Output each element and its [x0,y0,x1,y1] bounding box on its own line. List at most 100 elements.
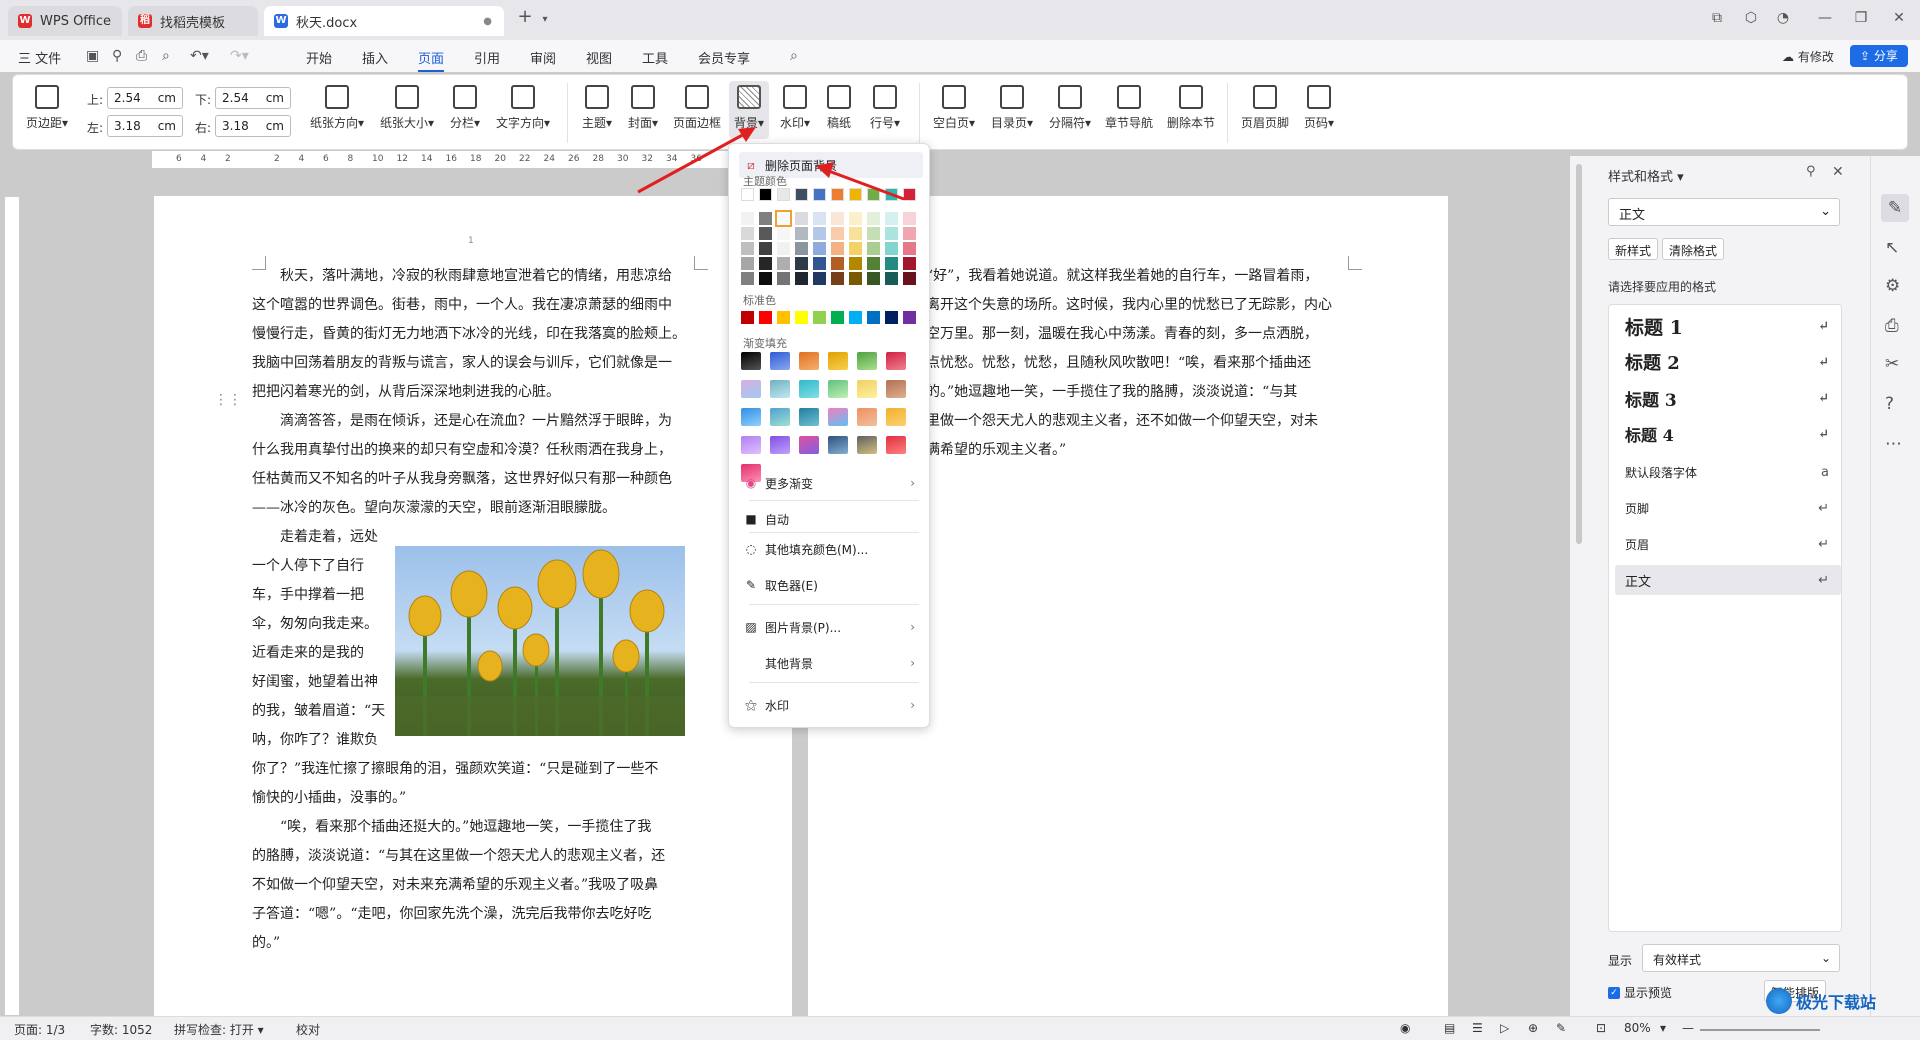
show-select[interactable]: 有效样式 ⌄ [1642,944,1840,972]
gradient-swatch[interactable] [828,408,848,426]
gradient-swatch[interactable] [886,408,906,426]
zoom-out-icon[interactable]: — [1682,1021,1694,1035]
gradient-swatch[interactable] [799,436,819,454]
page-count[interactable]: 页面: 1/3 [14,1021,65,1038]
color-swatch[interactable] [867,212,880,225]
text-line[interactable]: 车，手中撑着一把 [252,581,364,610]
color-swatch[interactable] [741,212,754,225]
standard-color-swatch[interactable] [849,311,862,324]
outline-view-icon[interactable]: ☰ [1472,1021,1483,1035]
color-swatch[interactable] [885,212,898,225]
gradient-swatch[interactable] [741,380,761,398]
section-nav-button[interactable]: 章节导航 [1101,85,1157,131]
gradient-swatch[interactable] [741,436,761,454]
file-menu[interactable]: 三 文件 [18,48,61,67]
top-margin-input[interactable]: 2.54 cm [107,87,183,109]
standard-color-swatch[interactable] [795,311,808,324]
color-swatch[interactable] [741,227,754,240]
avatar-icon[interactable]: ◔ [1772,10,1794,30]
page-1[interactable]: 1 秋天，落叶满地，冷寂的秋雨肆意地宣泄着它的情绪，用悲凉给 这个喧嚣的世界调色。… [154,196,792,1016]
gradient-swatch[interactable] [886,436,906,454]
more-icon[interactable]: ⋯ [1885,434,1902,454]
text-line[interactable]: ——冰冷的灰色。望向灰濛濛的天空，眼前逐渐泪眼朦胧。 [252,494,616,523]
pin-icon[interactable]: ⚲ [112,48,122,64]
color-swatch[interactable] [813,242,826,255]
text-line[interactable]: 的我，皱着眉道：“天 [252,697,385,726]
menu-view[interactable]: 视图 [586,48,612,67]
text-line[interactable]: 里做一个怨天尤人的悲观主义者，还不如做一个仰望天空，对未 [926,407,1318,436]
other-background-item[interactable]: 其他背景 › [739,650,923,676]
text-line[interactable]: 慢慢行走，昏黄的街灯无力地洒下冰冷的光线，印在我落寞的脸颊上。 [252,320,686,349]
zoom-level[interactable]: 80% [1624,1021,1651,1035]
color-swatch[interactable] [759,227,772,240]
print-preview-icon[interactable]: ⌕ [162,48,170,64]
gradient-swatch[interactable] [828,436,848,454]
page-number-button[interactable]: 页码▾ [1299,85,1339,131]
panel-title[interactable]: 样式和格式 ▾ [1608,166,1684,185]
web-view-icon[interactable]: ⊕ [1528,1021,1538,1035]
color-swatch[interactable] [849,272,862,285]
panel-scrollbar[interactable] [1576,164,1582,544]
color-swatch[interactable] [795,272,808,285]
color-swatch[interactable] [903,272,916,285]
standard-color-swatch[interactable] [867,311,880,324]
gradient-swatch[interactable] [799,380,819,398]
header-footer-button[interactable]: 页眉页脚 [1237,85,1293,131]
picture-background-item[interactable]: ▨ 图片背景(P)... › [739,614,923,640]
text-line[interactable]: “唉，看来那个插曲还挺大的。”她逗趣地一笑，一手揽住了我 [252,813,651,842]
color-swatch[interactable] [831,227,844,240]
right-margin-input[interactable]: 3.18 cm [215,115,291,137]
text-line[interactable]: 这个喧嚣的世界调色。街巷，雨中，一个人。我在凄凉萧瑟的细雨中 [252,291,672,320]
style-heading-2[interactable]: 标题 2 ↵ [1615,347,1841,377]
auto-color-item[interactable]: ■ 自动 [739,506,923,532]
color-swatch[interactable] [759,257,772,270]
gradient-swatch[interactable] [886,380,906,398]
gradient-swatch[interactable] [770,436,790,454]
color-swatch[interactable] [903,257,916,270]
blank-page-button[interactable]: 空白页▾ [929,85,979,131]
vertical-ruler[interactable] [4,196,20,1016]
menu-reference[interactable]: 引用 [474,48,500,67]
drag-handle-icon[interactable]: ⋮⋮ [214,392,242,408]
tab-wps-office[interactable]: W WPS Office [8,6,122,36]
standard-color-swatch[interactable] [813,311,826,324]
revise-button[interactable]: ☁ 有修改 [1782,48,1834,65]
menu-insert[interactable]: 插入 [362,48,388,67]
proofread-button[interactable]: 校对 [296,1021,320,1038]
toc-page-button[interactable]: 目录页▾ [987,85,1037,131]
color-swatch[interactable] [849,257,862,270]
word-count[interactable]: 字数: 1052 [90,1021,152,1038]
tab-document[interactable]: W 秋天.docx ● [264,6,504,36]
text-line[interactable]: 愉快的小插曲，没事的。” [252,784,406,813]
text-line[interactable]: 子答道：“嗯”。“走吧，你回家先洗个澡，洗完后我带你去吃好吃 [252,900,651,929]
text-direction-button[interactable]: 文字方向▾ [493,85,553,131]
chevron-down-icon[interactable]: ▾ [534,14,556,34]
standard-color-swatch[interactable] [885,311,898,324]
pin-icon[interactable]: ⚲ [1806,164,1816,179]
style-normal[interactable]: 正文 ↵ [1615,565,1841,595]
text-line[interactable]: 任枯黄而又不知名的叶子从我身旁飘落，这世界好似只有那一种颜色 [252,465,672,494]
text-line[interactable]: 点忧愁。忧愁，忧愁，且随秋风吹散吧！“唉，看来那个插曲还 [926,349,1311,378]
text-line[interactable]: 的胳膊，淡淡说道：“与其在这里做一个怨天尤人的悲观主义者，还 [252,842,665,871]
gradient-swatch[interactable] [770,408,790,426]
color-swatch[interactable] [903,227,916,240]
style-heading-3[interactable]: 标题 3 ↵ [1615,383,1841,413]
text-line[interactable]: 一个人停下了自行 [252,552,364,581]
gradient-swatch[interactable] [828,380,848,398]
gradient-swatch[interactable] [857,380,877,398]
color-swatch[interactable] [831,272,844,285]
color-swatch[interactable] [867,272,880,285]
text-line[interactable]: 你了？”我连忙擦了擦眼角的泪，强颜欢笑道：“只是碰到了一些不 [252,755,658,784]
gradient-swatch[interactable] [857,436,877,454]
color-swatch[interactable] [849,227,862,240]
share-button[interactable]: ⇪ 分享 [1850,45,1908,67]
redo-icon[interactable]: ↷▾ [230,48,249,64]
color-swatch[interactable] [831,212,844,225]
color-swatch[interactable] [867,257,880,270]
color-swatch[interactable] [885,272,898,285]
text-line[interactable]: 呐，你咋了？谁欺负 [252,726,378,755]
color-swatch[interactable] [741,242,754,255]
style-default-paragraph-font[interactable]: 默认段落字体 a [1615,457,1841,487]
show-preview-checkbox[interactable]: ✓ 显示预览 [1608,984,1672,1001]
restore-icon[interactable]: ⧉ [1706,10,1728,30]
